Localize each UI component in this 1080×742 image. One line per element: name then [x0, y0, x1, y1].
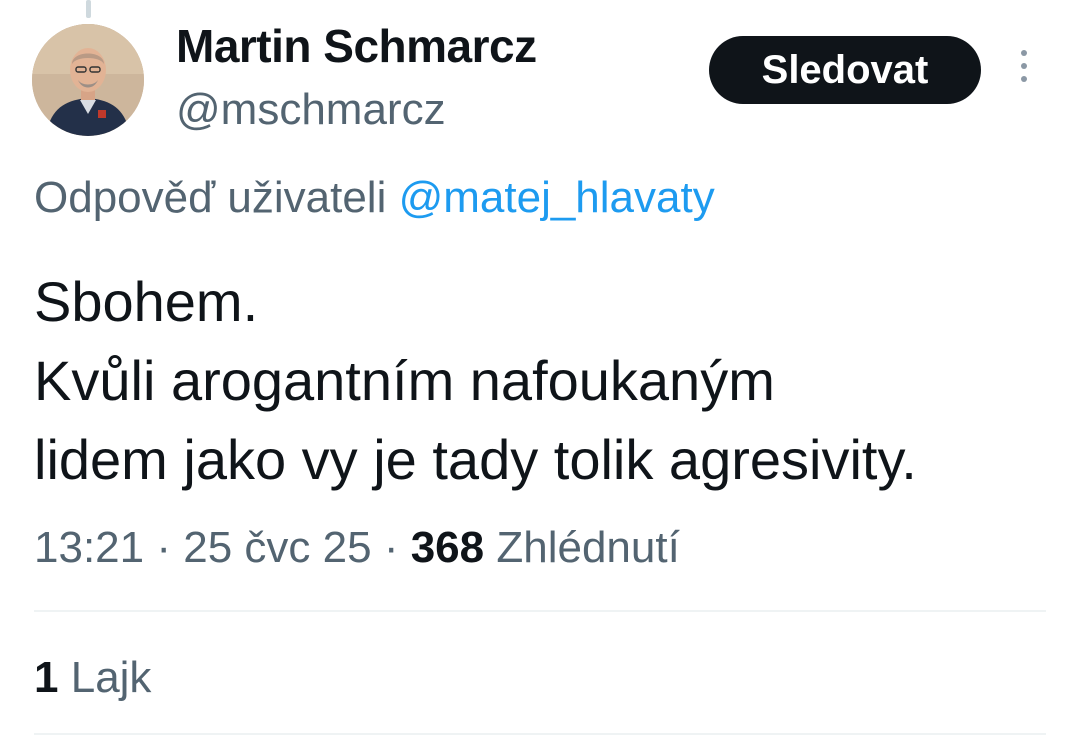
avatar[interactable] — [32, 24, 144, 136]
author-handle[interactable]: @mschmarcz — [176, 80, 446, 140]
likes-count: 1 — [34, 653, 59, 702]
meta-separator: · — [383, 523, 399, 572]
more-vertical-icon[interactable] — [1012, 50, 1036, 90]
profile-photo-icon — [32, 24, 144, 136]
reply-mention-link[interactable]: @matej_hlavaty — [399, 173, 715, 222]
tweet-time[interactable]: 13:21 — [34, 523, 144, 572]
thread-connector-line — [86, 0, 91, 18]
tweet-text-line: Sbohem. — [34, 270, 259, 333]
likes-label: Lajk — [70, 653, 152, 702]
divider — [34, 733, 1046, 735]
tweet-text-line: lidem jako vy je tady tolik agresivity. — [34, 428, 917, 491]
tweet-text: Sbohem. Kvůli arogantním nafoukaným lide… — [34, 262, 917, 499]
tweet-date[interactable]: 25 čvc 25 — [183, 523, 371, 572]
tweet-text-line: Kvůli arogantním nafoukaným — [34, 349, 775, 412]
reply-prefix: Odpověď uživateli — [34, 173, 387, 222]
author-display-name[interactable]: Martin Schmarcz — [176, 16, 537, 76]
tweet-meta: 13:21 · 25 čvc 25 · 368 Zhlédnutí — [34, 518, 680, 578]
likes-link[interactable]: 1 Lajk — [34, 648, 151, 708]
views-label: Zhlédnutí — [496, 523, 680, 572]
meta-separator: · — [156, 523, 171, 572]
follow-button[interactable]: Sledovat — [709, 36, 981, 104]
divider — [34, 610, 1046, 612]
reply-context: Odpověď uživateli @matej_hlavaty — [34, 168, 715, 228]
views-count: 368 — [410, 523, 485, 572]
